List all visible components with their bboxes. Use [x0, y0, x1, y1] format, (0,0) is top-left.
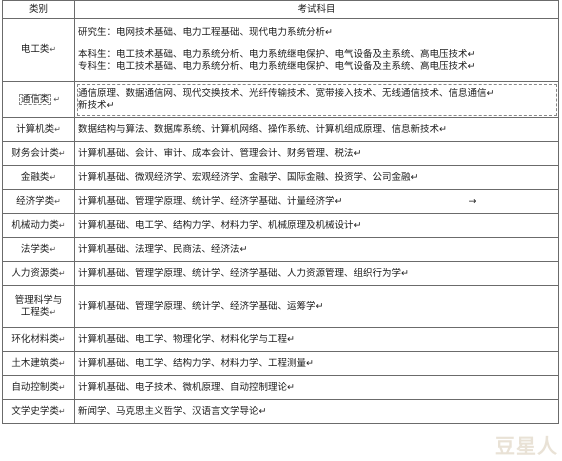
subjects-line: 计算机基础、管理学原理、统计学、经济学基础、人力资源管理、组织行为学↵ [78, 267, 409, 279]
subjects-cell: 新闻学、马克思主义哲学、汉语言文学导论↵ [74, 399, 559, 424]
category-label: 机械动力类 [11, 219, 59, 231]
table-row: 财务会计类↵ 计算机基础、会计、审计、成本会计、管理会计、财务管理、税法↵ [2, 141, 559, 166]
arrow-mark: → [468, 195, 477, 207]
category-cell: 法学类↵ [2, 237, 75, 262]
subjects-line: 新闻学、马克思主义哲学、汉语言文学导论↵ [78, 405, 267, 417]
subjects-line: 计算机基础、微观经济学、宏观经济学、金融学、国际金融、投资学、公司金融↵ [78, 171, 419, 183]
subjects-line: 本科生：电工技术基础、电力系统分析、电力系统继电保护、电气设备及主系统、高电压技… [78, 49, 476, 60]
subjects-line: 通信原理、数据通信网、现代交换技术、光纤传输技术、宽带接入技术、无线通信技术、信… [78, 87, 495, 99]
subjects-cell: 计算机基础、电子技术、微机原理、自动控制理论↵ [74, 375, 559, 400]
category-label: 法学类 [20, 243, 50, 255]
table-row: 金融类↵ 计算机基础、微观经济学、宏观经济学、金融学、国际金融、投资学、公司金融… [2, 165, 559, 190]
category-label: 电工类 [20, 44, 50, 55]
subjects-cell: 计算机基础、电工学、结构力学、材料力学、工程测量↵ [74, 351, 559, 376]
table-row: 电工类↵ 研究生：电网技术基础、电力工程基础、现代电力系统分析↵ 本科生：电工技… [2, 18, 559, 82]
category-label: 经济学类 [16, 195, 55, 207]
table-row: 环化材料类↵ 计算机基础、电工学、物理化学、材料化学与工程↵ [2, 327, 559, 352]
category-cell: 财务会计类↵ [2, 141, 75, 166]
subjects-line: 计算机基础、会计、审计、成本会计、管理会计、财务管理、税法↵ [78, 147, 362, 159]
subjects-line: 新技术↵ [78, 99, 115, 111]
category-cell: 人力资源类↵ [2, 261, 75, 286]
category-cell: 电工类↵ [2, 18, 75, 82]
category-cell: 通信类 ↵ [2, 81, 75, 118]
category-label: 文学史学类 [11, 405, 59, 417]
subjects-cell: 计算机基础、电工学、结构力学、材料力学、机械原理及机械设计↵ [74, 213, 559, 238]
subjects-cell: 计算机基础、电工学、物理化学、材料化学与工程↵ [74, 327, 559, 352]
table-row: 法学类↵ 计算机基础、法理学、民商法、经济法↵ [2, 237, 559, 262]
category-label: 通信类 [17, 92, 54, 107]
category-label: 自动控制类 [11, 381, 59, 393]
category-label-line: 管理科学与 [14, 294, 63, 306]
subjects-line: 数据结构与算法、数据库系统、计算机网络、操作系统、计算机组成原理、信息新技术↵ [78, 123, 447, 135]
category-cell: 金融类↵ [2, 165, 75, 190]
table-row: 土木建筑类↵ 计算机基础、电工学、结构力学、材料力学、工程测量↵ [2, 351, 559, 376]
subjects-cell: 通信原理、数据通信网、现代交换技术、光纤传输技术、宽带接入技术、无线通信技术、信… [74, 81, 559, 118]
category-cell: 环化材料类↵ [2, 327, 75, 352]
category-cell: 机械动力类↵ [2, 213, 75, 238]
subjects-cell: 计算机基础、法理学、民商法、经济法↵ [74, 237, 559, 262]
category-cell: 管理科学与 工程类↵ [2, 285, 75, 328]
subjects-cell: 计算机基础、管理学原理、统计学、经济学基础、计量经济学↵ → [74, 189, 559, 214]
category-cell: 自动控制类↵ [2, 375, 75, 400]
category-cell: 土木建筑类↵ [2, 351, 75, 376]
exam-subjects-table: 类别 考试科目 电工类↵ 研究生：电网技术基础、电力工程基础、现代电力系统分析↵… [2, 0, 559, 424]
table-row: 自动控制类↵ 计算机基础、电子技术、微机原理、自动控制理论↵ [2, 375, 559, 400]
table-row: 文学史学类↵ 新闻学、马克思主义哲学、汉语言文学导论↵ [2, 399, 559, 424]
header-category: 类别 [2, 0, 75, 19]
category-label: 金融类 [20, 171, 50, 183]
category-cell: 经济学类↵ [2, 189, 75, 214]
subjects-line: 计算机基础、电工学、结构力学、材料力学、机械原理及机械设计↵ [78, 219, 362, 231]
category-label: 计算机类 [16, 123, 55, 135]
subjects-cell: 数据结构与算法、数据库系统、计算机网络、操作系统、计算机组成原理、信息新技术↵ [74, 117, 559, 142]
subjects-line: 计算机基础、电子技术、微机原理、自动控制理论↵ [78, 381, 295, 393]
subjects-line: 研究生：电网技术基础、电力工程基础、现代电力系统分析↵ [78, 27, 333, 38]
subjects-line: 计算机基础、电工学、结构力学、材料力学、工程测量↵ [78, 357, 314, 369]
category-cell: 文学史学类↵ [2, 399, 75, 424]
table-row: 通信类 ↵ 通信原理、数据通信网、现代交换技术、光纤传输技术、宽带接入技术、无线通… [2, 81, 559, 118]
header-row: 类别 考试科目 [2, 0, 559, 19]
subjects-cell: 研究生：电网技术基础、电力工程基础、现代电力系统分析↵ 本科生：电工技术基础、电… [74, 18, 559, 82]
table-row: 计算机类↵ 数据结构与算法、数据库系统、计算机网络、操作系统、计算机组成原理、信… [2, 117, 559, 142]
category-label: 财务会计类 [11, 147, 59, 159]
subjects-cell: 计算机基础、微观经济学、宏观经济学、金融学、国际金融、投资学、公司金融↵ [74, 165, 559, 190]
subjects-line: 专科生：电工技术基础、电力系统分析、电力系统继电保护、电气设备及主系统、高电压技… [78, 61, 476, 72]
table-row: 管理科学与 工程类↵ 计算机基础、管理学原理、统计学、经济学基础、运筹学↵ [2, 285, 559, 328]
watermark: 豆星人 [495, 434, 558, 458]
subjects-line: 计算机基础、法理学、民商法、经济法↵ [78, 243, 248, 255]
header-subjects: 考试科目 [74, 0, 559, 19]
subjects-cell: 计算机基础、会计、审计、成本会计、管理会计、财务管理、税法↵ [74, 141, 559, 166]
category-label: 土木建筑类 [11, 357, 59, 369]
category-label-line: 工程类 [20, 306, 50, 318]
subjects-cell: 计算机基础、管理学原理、统计学、经济学基础、人力资源管理、组织行为学↵ [74, 261, 559, 286]
category-label: 环化材料类 [11, 333, 59, 345]
subjects-line: 计算机基础、管理学原理、统计学、经济学基础、运筹学↵ [78, 300, 324, 312]
table-row: 人力资源类↵ 计算机基础、管理学原理、统计学、经济学基础、人力资源管理、组织行为… [2, 261, 559, 286]
subjects-line: 计算机基础、管理学原理、统计学、经济学基础、计量经济学↵ [78, 195, 343, 207]
category-label: 人力资源类 [11, 267, 59, 279]
subjects-cell: 计算机基础、管理学原理、统计学、经济学基础、运筹学↵ [74, 285, 559, 328]
category-cell: 计算机类↵ [2, 117, 75, 142]
subjects-line: 计算机基础、电工学、物理化学、材料化学与工程↵ [78, 333, 295, 345]
exam-subjects-table-sheet: 类别 考试科目 电工类↵ 研究生：电网技术基础、电力工程基础、现代电力系统分析↵… [2, 0, 560, 461]
table-row: 经济学类↵ 计算机基础、管理学原理、统计学、经济学基础、计量经济学↵ → [2, 189, 559, 214]
table-row: 机械动力类↵ 计算机基础、电工学、结构力学、材料力学、机械原理及机械设计↵ [2, 213, 559, 238]
